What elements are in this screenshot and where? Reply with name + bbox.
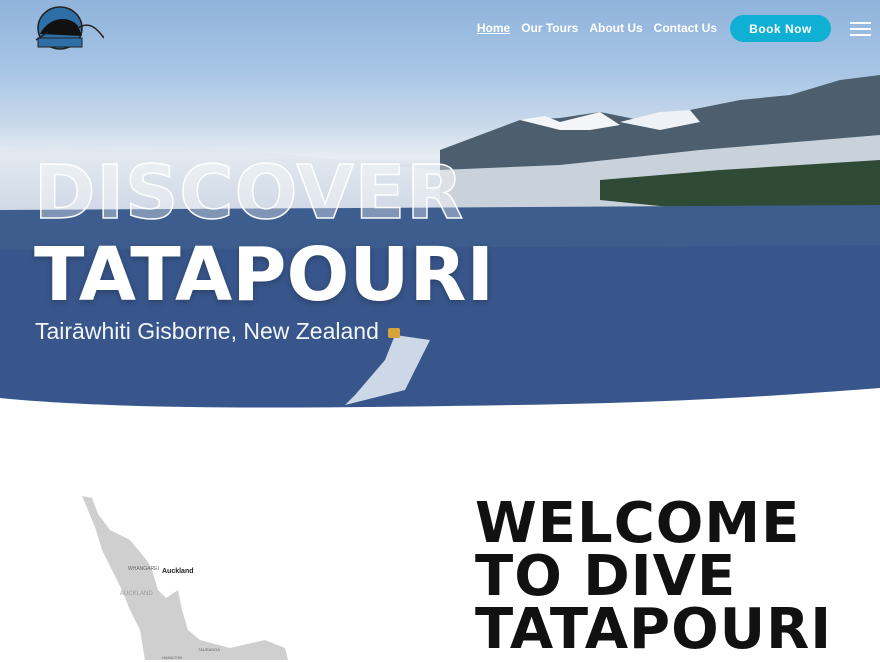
hamburger-menu-icon[interactable]	[850, 22, 871, 36]
dive-tatapouri-logo[interactable]	[18, 6, 104, 52]
top-nav: Home Our Tours About Us Contact Us Book …	[0, 0, 880, 58]
wave-divider	[0, 388, 880, 415]
nav-link-about-us[interactable]: About Us	[589, 21, 642, 35]
hero-section: DISCOVER TATAPOURI Tairāwhiti Gisborne, …	[0, 0, 880, 415]
nav-links: Home Our Tours About Us Contact Us	[477, 21, 717, 35]
nav-link-contact-us[interactable]: Contact Us	[654, 21, 717, 35]
map-label-auckland: Auckland	[162, 568, 194, 575]
welcome-heading: WELCOME TO DIVE TATAPOURI	[475, 491, 833, 662]
new-zealand-map: WHANGAREI Auckland AUCKLAND TAURANGA HAM…	[82, 496, 288, 660]
welcome-line: WELCOME	[475, 491, 801, 556]
welcome-line: TATAPOURI	[475, 597, 833, 662]
hero-subtitle: Tairāwhiti Gisborne, New Zealand	[35, 318, 379, 344]
map-label-whangarei: WHANGAREI	[128, 566, 159, 572]
map-label-tauranga: TAURANGA	[198, 647, 220, 652]
welcome-line: TO DIVE	[475, 544, 737, 609]
map-label-hamilton: HAMILTON	[162, 655, 182, 660]
book-now-button[interactable]: Book Now	[730, 15, 831, 42]
map-label-auckland-region: AUCKLAND	[120, 591, 153, 597]
hero-title: TATAPOURI	[34, 232, 495, 318]
nav-link-our-tours[interactable]: Our Tours	[521, 21, 578, 35]
hero-title-outline: DISCOVER	[33, 149, 465, 237]
nav-link-home[interactable]: Home	[477, 21, 510, 35]
